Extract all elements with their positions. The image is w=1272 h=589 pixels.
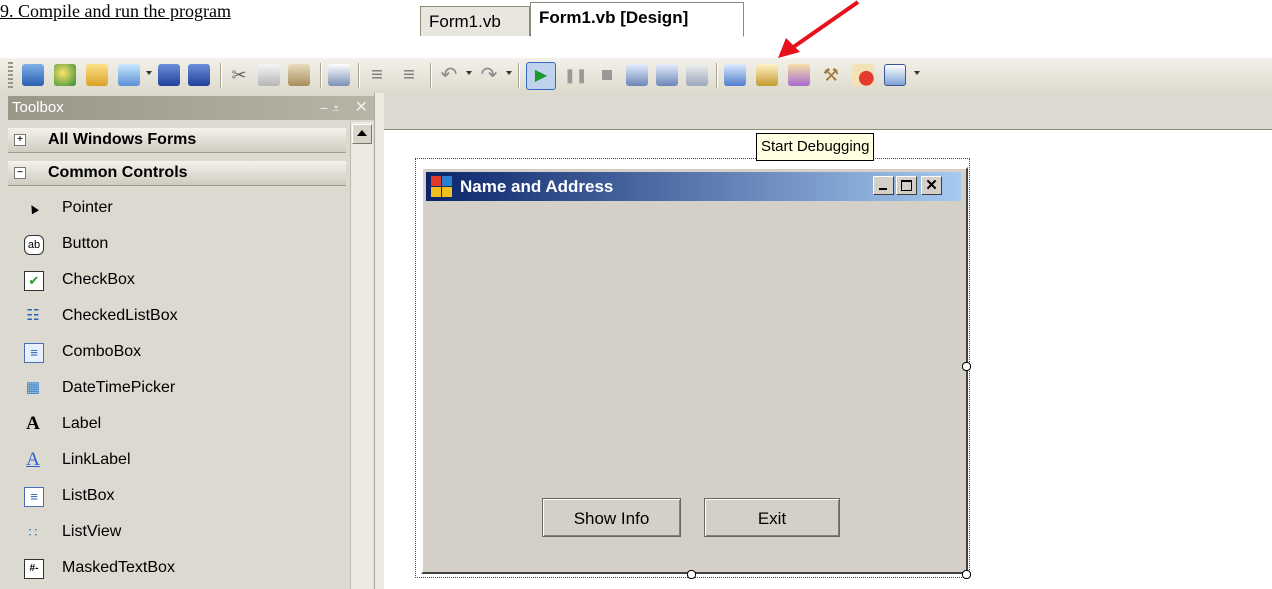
red-arrow-annotation	[778, 0, 860, 58]
panel-splitter[interactable]	[374, 93, 384, 589]
toolbox-item-maskedtextbox[interactable]: #- MaskedTextBox	[8, 550, 346, 586]
step-over-icon[interactable]	[656, 64, 678, 86]
properties-icon[interactable]	[756, 64, 778, 86]
solution-explorer-icon[interactable]	[724, 64, 746, 86]
toolbox-item-listview[interactable]: ∷ ListView	[8, 514, 346, 550]
toolbar-grip[interactable]	[8, 62, 13, 89]
pin-icon[interactable]: − ⩡	[320, 96, 340, 120]
toolbox-icon[interactable]: ⚒	[820, 64, 842, 86]
redo-icon[interactable]: ↷	[478, 64, 500, 86]
scroll-up-icon[interactable]	[352, 124, 372, 144]
toolbox-item-button[interactable]: ab Button	[8, 226, 346, 262]
pause-icon[interactable]: ❚❚	[564, 64, 587, 86]
toolbox-title: Toolbox	[12, 99, 64, 116]
item-label: MaskedTextBox	[62, 559, 175, 576]
item-label: ListView	[62, 523, 122, 540]
step-out-icon[interactable]	[686, 64, 708, 86]
item-label: Button	[62, 235, 109, 252]
expand-icon[interactable]: +	[14, 134, 26, 146]
tab-form1-vb-design[interactable]: Form1.vb [Design]	[530, 2, 744, 37]
listview-icon: ∷	[28, 524, 38, 540]
new-project-icon[interactable]	[22, 64, 44, 86]
maximize-icon[interactable]	[896, 176, 917, 195]
category-common-controls[interactable]: − Common Controls	[8, 161, 346, 186]
add-item-icon[interactable]	[118, 64, 140, 86]
exit-button[interactable]: Exit	[704, 498, 840, 537]
form-title: Name and Address	[460, 177, 614, 196]
save-icon[interactable]	[158, 64, 180, 86]
stop-icon[interactable]	[596, 64, 618, 86]
item-label: Label	[62, 415, 102, 432]
item-label: LinkLabel	[62, 451, 131, 468]
checked-listbox-icon: ☷	[26, 307, 40, 324]
toolbox-item-listbox[interactable]: ≡ ListBox	[8, 478, 346, 514]
resize-handle-right[interactable]	[962, 362, 971, 371]
item-label: Pointer	[62, 199, 113, 216]
item-label: CheckBox	[62, 271, 135, 288]
checkbox-icon: ✔	[24, 271, 44, 291]
category-all-windows-forms[interactable]: + All Windows Forms	[8, 128, 346, 153]
pointer-icon: ▲	[22, 197, 43, 219]
close-icon[interactable]: ✕	[921, 176, 942, 195]
command-window-icon[interactable]	[884, 64, 906, 86]
toolbox-item-checkbox[interactable]: ✔ CheckBox	[8, 262, 346, 298]
datetimepicker-icon: ▦	[25, 379, 41, 396]
linklabel-icon: A	[26, 449, 40, 470]
form-icon	[431, 176, 452, 197]
add-new-item-icon[interactable]	[54, 64, 76, 86]
item-label: DateTimePicker	[62, 379, 176, 396]
object-browser-icon[interactable]	[788, 64, 810, 86]
close-icon[interactable]: ✕	[355, 96, 368, 120]
toolbox-item-pointer[interactable]: ▲ Pointer	[8, 190, 346, 226]
toolbox-item-linklabel[interactable]: A LinkLabel	[8, 442, 346, 478]
paste-icon[interactable]	[288, 64, 310, 86]
label-icon: A	[26, 413, 40, 434]
toolbox-item-combobox[interactable]: ≡ ComboBox	[8, 334, 346, 370]
step-into-icon[interactable]	[626, 64, 648, 86]
combobox-icon: ≡	[24, 343, 44, 363]
toolbox-item-label[interactable]: A Label	[8, 406, 346, 442]
toolbox-item-datetimepicker[interactable]: ▦ DateTimePicker	[8, 370, 346, 406]
tab-form1-vb[interactable]: Form1.vb	[420, 6, 530, 36]
uncomment-icon[interactable]: ≡	[398, 64, 420, 86]
category-label: Common Controls	[48, 164, 188, 181]
listbox-icon: ≡	[24, 487, 44, 507]
toolbox-scrollbar[interactable]	[350, 122, 373, 589]
item-label: ComboBox	[62, 343, 142, 360]
start-debugging-tooltip: Start Debugging	[756, 133, 875, 161]
item-label: CheckedListBox	[62, 307, 178, 324]
maskedtextbox-icon: #-	[24, 559, 44, 579]
document-tab-strip	[384, 93, 1272, 130]
category-label: All Windows Forms	[48, 131, 197, 148]
toolbox-title-bar[interactable]: Toolbox − ⩡ ✕	[8, 96, 374, 120]
design-form[interactable]	[421, 167, 968, 574]
minimize-icon[interactable]	[873, 176, 894, 195]
cut-icon[interactable]: ✂	[228, 64, 250, 86]
item-label: ListBox	[62, 487, 115, 504]
chevron-down-icon[interactable]	[146, 71, 152, 75]
comment-icon[interactable]: ≡	[366, 64, 388, 86]
find-icon[interactable]	[328, 64, 350, 86]
toolbox-item-checkedlistbox[interactable]: ☷ CheckedListBox	[8, 298, 346, 334]
start-debugging-icon[interactable]: ▶	[526, 62, 556, 90]
collapse-icon[interactable]: −	[14, 167, 26, 179]
undo-icon[interactable]: ↶	[438, 64, 460, 86]
resize-handle-bottom[interactable]	[687, 570, 696, 579]
button-icon: ab	[24, 235, 44, 255]
open-file-icon[interactable]	[86, 64, 108, 86]
copy-icon[interactable]	[258, 64, 280, 86]
standard-toolbar: ✂ ≡ ≡ ↶ ↷ ▶ ❚❚ ⚒	[0, 58, 1272, 93]
step-heading: 9. Compile and run the program	[0, 1, 231, 21]
error-list-icon[interactable]	[852, 64, 874, 86]
save-all-icon[interactable]	[188, 64, 210, 86]
resize-handle-corner[interactable]	[962, 570, 971, 579]
show-info-button[interactable]: Show Info	[542, 498, 681, 537]
